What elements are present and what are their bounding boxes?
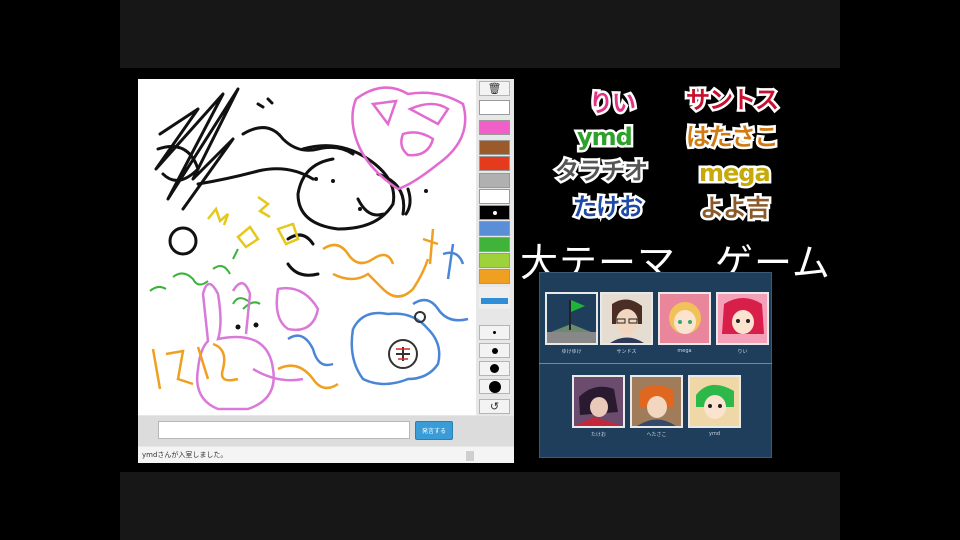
portrait-icon bbox=[574, 377, 623, 426]
color-swatch-gray[interactable] bbox=[479, 173, 510, 188]
member-label-1: ゆけゆけ bbox=[561, 349, 582, 355]
undo-button[interactable]: ↺ bbox=[479, 399, 510, 414]
color-swatch-white-2[interactable] bbox=[479, 189, 510, 204]
member-avatar-4[interactable] bbox=[716, 292, 769, 345]
video-letterbox-top bbox=[120, 0, 840, 68]
color-swatch-red[interactable] bbox=[479, 156, 510, 171]
participant-name-3: ymd bbox=[575, 121, 636, 154]
opacity-control[interactable] bbox=[479, 287, 510, 309]
color-swatch-green[interactable] bbox=[479, 237, 510, 252]
panel-divider bbox=[539, 363, 772, 364]
selected-indicator bbox=[492, 211, 497, 215]
color-swatch-pink[interactable] bbox=[479, 120, 510, 135]
send-button[interactable]: 発言する bbox=[415, 421, 453, 440]
participant-name-1: りい bbox=[587, 87, 639, 120]
participant-name-5: タラチオ bbox=[553, 155, 651, 188]
trash-button[interactable]: 🗑 bbox=[479, 81, 510, 96]
member-label-3: mega bbox=[677, 348, 692, 354]
opacity-slider-bar[interactable] bbox=[481, 298, 508, 304]
member-avatar-7[interactable] bbox=[688, 375, 741, 428]
color-swatch-white[interactable] bbox=[479, 100, 510, 115]
size-dot bbox=[491, 347, 498, 354]
portrait-icon bbox=[602, 294, 651, 343]
member-label-6: ヘたさこ bbox=[646, 432, 667, 438]
chat-log-scrollbar[interactable] bbox=[466, 451, 474, 461]
chat-log-message: ymdさんが入室しました。 bbox=[138, 447, 514, 463]
doodle-strokes bbox=[149, 86, 469, 411]
color-swatch-orange[interactable] bbox=[479, 269, 510, 284]
portrait-icon bbox=[690, 377, 739, 426]
color-swatch-blue[interactable] bbox=[479, 221, 510, 236]
participant-name-2: サントス bbox=[684, 84, 782, 117]
participant-name-8: よよ吉 bbox=[698, 192, 773, 225]
size-dot bbox=[488, 380, 501, 393]
participant-name-7: たけお bbox=[571, 191, 646, 224]
participant-name-4: はたさこ bbox=[684, 121, 782, 154]
member-avatar-5[interactable] bbox=[572, 375, 625, 428]
undo-icon: ↺ bbox=[489, 400, 500, 413]
color-swatch-black[interactable] bbox=[479, 205, 510, 220]
member-avatar-3[interactable] bbox=[658, 292, 711, 345]
participant-name-6: mega bbox=[697, 157, 774, 190]
size-dot bbox=[490, 364, 499, 373]
member-avatar-2[interactable] bbox=[600, 292, 653, 345]
member-avatar-1[interactable] bbox=[545, 292, 598, 345]
member-label-5: たけお bbox=[590, 432, 606, 438]
size-dot bbox=[493, 331, 496, 334]
member-avatar-6[interactable] bbox=[630, 375, 683, 428]
member-label-4: りい bbox=[737, 349, 748, 355]
drawing-canvas[interactable] bbox=[138, 79, 476, 415]
trash-icon: 🗑 bbox=[487, 82, 502, 95]
portrait-icon bbox=[660, 294, 709, 343]
portrait-icon bbox=[718, 294, 767, 343]
color-palette: 🗑 ↺ bbox=[476, 81, 513, 419]
flag-icon bbox=[547, 300, 596, 343]
chat-input[interactable] bbox=[158, 421, 410, 439]
member-label-7: ymd bbox=[708, 431, 720, 437]
line-size-xlarge[interactable] bbox=[479, 379, 510, 394]
member-label-2: サンドス bbox=[616, 349, 637, 355]
line-size-large[interactable] bbox=[479, 361, 510, 376]
video-letterbox-bottom bbox=[120, 472, 840, 540]
color-swatch-lime[interactable] bbox=[479, 253, 510, 268]
color-swatch-brown[interactable] bbox=[479, 140, 510, 155]
portrait-icon bbox=[632, 377, 681, 426]
line-size-small[interactable] bbox=[479, 325, 510, 340]
line-size-medium[interactable] bbox=[479, 343, 510, 358]
drawing-app bbox=[138, 79, 514, 463]
